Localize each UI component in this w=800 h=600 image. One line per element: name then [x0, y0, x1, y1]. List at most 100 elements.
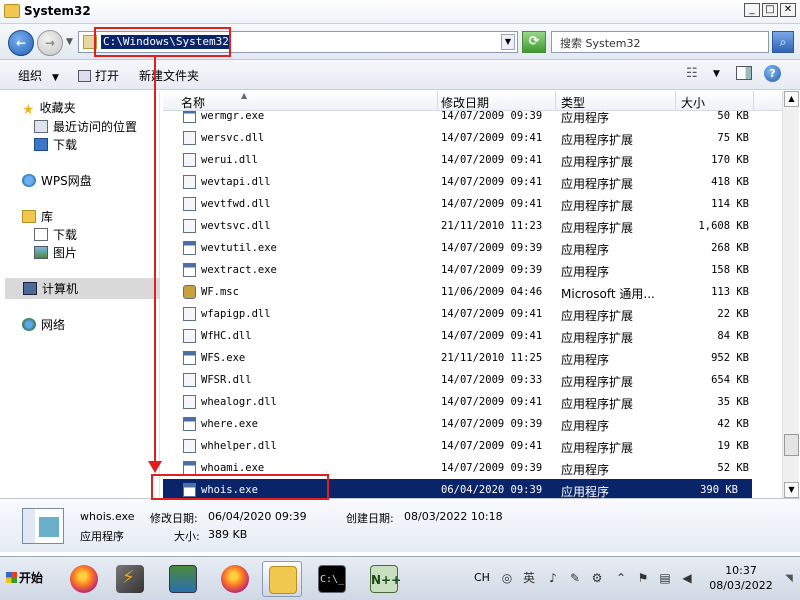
- file-modified: 14/07/2009 09:41: [441, 198, 543, 210]
- column-header-name[interactable]: 名称: [181, 94, 205, 111]
- file-modified: 14/07/2009 09:41: [441, 330, 543, 342]
- column-header-modified[interactable]: 修改日期: [441, 94, 489, 111]
- file-row[interactable]: WFSR.dll 14/07/2009 09:33 应用程序扩展 654 KB: [163, 369, 763, 391]
- column-divider[interactable]: [555, 91, 556, 111]
- column-divider[interactable]: [753, 91, 754, 111]
- ime-mode-icon[interactable]: 英: [522, 571, 536, 585]
- file-modified: 14/07/2009 09:39: [441, 242, 543, 254]
- taskbar-firefox-2[interactable]: [215, 561, 255, 597]
- sidebar-item-favorites[interactable]: ★ 收藏夹: [22, 99, 76, 118]
- sidebar-item-pictures[interactable]: 图片: [34, 244, 77, 261]
- file-row[interactable]: whoami.exe 14/07/2009 09:39 应用程序 52 KB: [163, 457, 763, 479]
- file-row[interactable]: where.exe 14/07/2009 09:39 应用程序 42 KB: [163, 413, 763, 435]
- refresh-button[interactable]: ⟳: [522, 31, 546, 53]
- file-row[interactable]: wfapigp.dll 14/07/2009 09:41 应用程序扩展 22 KB: [163, 303, 763, 325]
- details-modified-value: 06/04/2020 09:39: [208, 510, 307, 523]
- language-indicator[interactable]: CH: [474, 571, 490, 584]
- file-row[interactable]: whealogr.dll 14/07/2009 09:41 应用程序扩展 35 KB: [163, 391, 763, 413]
- preview-pane-icon[interactable]: [736, 66, 752, 80]
- sidebar-item-computer[interactable]: 计算机: [5, 278, 160, 299]
- search-input[interactable]: 搜索 System32: [551, 31, 769, 53]
- microphone-icon[interactable]: ♪: [546, 571, 560, 585]
- sidebar-item-downloads[interactable]: 下载: [34, 136, 77, 153]
- volume-icon[interactable]: ◀: [680, 571, 694, 585]
- star-icon: ★: [22, 102, 35, 118]
- column-divider[interactable]: [675, 91, 676, 111]
- dll-file-icon: [183, 373, 196, 387]
- file-name: WFS.exe: [201, 352, 246, 364]
- new-folder-button[interactable]: 新建文件夹: [139, 67, 199, 84]
- file-row[interactable]: wersvc.dll 14/07/2009 09:41 应用程序扩展 75 KB: [163, 127, 763, 149]
- taskbar-cmd[interactable]: C:\_: [312, 561, 352, 597]
- pen-icon[interactable]: ✎: [568, 571, 582, 585]
- column-divider[interactable]: [437, 91, 438, 111]
- file-row[interactable]: whhelper.dll 14/07/2009 09:41 应用程序扩展 19 KB: [163, 435, 763, 457]
- file-row[interactable]: werui.dll 14/07/2009 09:41 应用程序扩展 170 KB: [163, 149, 763, 171]
- taskbar-network-app[interactable]: [163, 561, 203, 597]
- sidebar-item-network[interactable]: 网络: [22, 316, 65, 333]
- sidebar-item-libraries[interactable]: 库: [22, 208, 53, 225]
- taskbar-notepadpp[interactable]: N++: [364, 561, 404, 597]
- file-row[interactable]: wevtutil.exe 14/07/2009 09:39 应用程序 268 KB: [163, 237, 763, 259]
- sidebar-item-label: 下载: [53, 228, 78, 242]
- file-row[interactable]: WfHC.dll 14/07/2009 09:41 应用程序扩展 84 KB: [163, 325, 763, 347]
- start-button[interactable]: 开始: [2, 565, 52, 591]
- address-dropdown-button[interactable]: ▼: [501, 34, 515, 50]
- sidebar-item-lib-downloads[interactable]: 下载: [34, 226, 77, 243]
- taskbar-app-bolt[interactable]: [110, 561, 150, 597]
- column-header-size[interactable]: 大小: [681, 94, 705, 111]
- vertical-scrollbar[interactable]: ▲ ▼: [782, 91, 799, 498]
- taskbar-explorer[interactable]: [262, 561, 302, 597]
- file-row[interactable]: WF.msc 11/06/2009 04:46 Microsoft 通用... 113…: [163, 281, 763, 303]
- organize-button[interactable]: 组织 ▼: [18, 67, 59, 84]
- file-modified: 14/07/2009 09:33: [441, 374, 543, 386]
- clock[interactable]: 10:37 08/03/2022: [706, 563, 776, 593]
- address-path[interactable]: C:\Windows\System32: [101, 35, 231, 49]
- address-bar[interactable]: C:\Windows\System32 ▼: [78, 31, 518, 53]
- sidebar-item-recent[interactable]: 最近访问的位置: [34, 118, 137, 135]
- file-modified: 14/07/2009 09:41: [441, 176, 543, 188]
- chevron-down-icon[interactable]: ▼: [713, 69, 720, 79]
- taskbar-firefox[interactable]: [64, 561, 104, 597]
- file-row[interactable]: wextract.exe 14/07/2009 09:39 应用程序 158 KB: [163, 259, 763, 281]
- ime-icon[interactable]: ◎: [500, 571, 514, 585]
- view-options-icon[interactable]: ☷: [686, 66, 698, 81]
- forward-button[interactable]: →: [37, 30, 63, 56]
- action-center-icon[interactable]: ⚑: [636, 571, 650, 585]
- sidebar-item-label: 下载: [53, 138, 78, 152]
- notepad-icon: N++: [370, 565, 401, 593]
- document-icon: [34, 228, 48, 241]
- file-row[interactable]: wevtsvc.dll 21/11/2010 11:23 应用程序扩展 1,608 K…: [163, 215, 763, 237]
- notification-icon[interactable]: ◥: [782, 567, 796, 591]
- folder-icon: [4, 4, 20, 18]
- sidebar-item-label: 库: [41, 210, 54, 224]
- sidebar-item-wps[interactable]: WPS网盘: [22, 172, 92, 189]
- open-button[interactable]: 打开: [78, 67, 119, 84]
- scroll-up-button[interactable]: ▲: [784, 91, 799, 107]
- file-name: wersvc.dll: [201, 132, 265, 144]
- file-row[interactable]: wevtfwd.dll 14/07/2009 09:41 应用程序扩展 114 KB: [163, 193, 763, 215]
- console-icon: [183, 285, 196, 299]
- details-created-label: 创建日期:: [346, 512, 394, 525]
- file-row[interactable]: wevtapi.dll 14/07/2009 09:41 应用程序扩展 418 KB: [163, 171, 763, 193]
- scrollbar-thumb[interactable]: [784, 434, 799, 456]
- show-hidden-icons[interactable]: ⌃: [614, 571, 628, 585]
- column-header-type[interactable]: 类型: [561, 94, 585, 111]
- help-icon[interactable]: ?: [764, 65, 781, 82]
- file-size: 52 KB: [717, 462, 749, 474]
- file-type: 应用程序: [561, 419, 610, 433]
- file-row[interactable]: whois.exe 06/04/2020 09:39 应用程序 390 KB: [163, 479, 752, 498]
- maximize-button[interactable]: □: [762, 3, 778, 17]
- close-button[interactable]: ✕: [780, 3, 796, 17]
- file-type: 应用程序扩展: [561, 133, 634, 147]
- file-row[interactable]: WFS.exe 21/11/2010 11:25 应用程序 952 KB: [163, 347, 763, 369]
- file-size: 75 KB: [717, 132, 749, 144]
- minimize-button[interactable]: _: [744, 3, 760, 17]
- recent-pages-dropdown-icon[interactable]: ▼: [66, 37, 73, 47]
- settings-icon[interactable]: ⚙: [590, 571, 604, 585]
- back-button[interactable]: ←: [8, 30, 34, 56]
- network-status-icon[interactable]: ▤: [658, 571, 672, 585]
- file-modified: 21/11/2010 11:23: [441, 220, 543, 232]
- search-icon[interactable]: ⌕: [772, 31, 794, 53]
- scroll-down-button[interactable]: ▼: [784, 482, 799, 498]
